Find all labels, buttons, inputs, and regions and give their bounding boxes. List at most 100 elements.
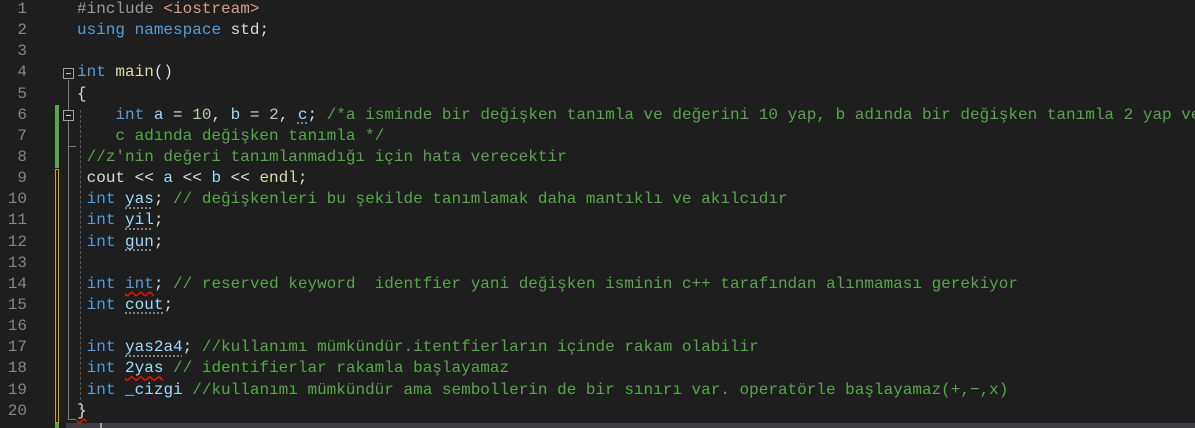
code-line[interactable]: int yas; // değişkenleri bu şekilde tanı… xyxy=(77,189,1195,210)
line-number: 17 xyxy=(7,338,27,357)
code-token: cout xyxy=(86,169,126,188)
code-line[interactable]: int yil; xyxy=(77,210,1195,231)
code-line[interactable]: int 2yas // identifierlar rakamla başlay… xyxy=(77,358,1195,379)
code-token: c adında değişken tanımla */ xyxy=(77,126,385,145)
code-line[interactable]: using namespace std; xyxy=(77,20,1195,41)
code-token: int xyxy=(77,63,106,82)
code-token: ; xyxy=(182,338,202,357)
scrollbar-thumb[interactable] xyxy=(100,423,102,428)
code-token: /*a isminde bir değişken tanımla ve değe… xyxy=(326,105,1195,124)
code-token: int xyxy=(115,105,145,124)
line-number: 15 xyxy=(7,295,27,314)
code-line[interactable]: //z'nin değeri tanımlanmadığı için hata … xyxy=(77,147,1195,168)
change-marker-saved-bottom xyxy=(55,423,59,428)
line-number: 12 xyxy=(7,232,27,251)
code-token: // reserved keyword identfier yani değiş… xyxy=(173,274,1018,293)
horizontal-scrollbar[interactable] xyxy=(66,423,1195,428)
code-line[interactable] xyxy=(77,316,1195,337)
line-number: 16 xyxy=(7,317,27,336)
code-line[interactable] xyxy=(77,41,1195,62)
code-line[interactable]: int int; // reserved keyword identfier y… xyxy=(77,274,1195,295)
code-line[interactable]: c adında değişken tanımla */ xyxy=(77,126,1195,147)
code-token: b xyxy=(211,169,222,188)
code-token: int xyxy=(86,190,116,209)
code-line[interactable]: int _cizgi //kullanımı mümkündür ama sem… xyxy=(77,380,1195,401)
code-line[interactable] xyxy=(77,253,1195,274)
line-number: 2 xyxy=(17,21,27,40)
code-token: ; xyxy=(163,295,174,314)
code-token: ; xyxy=(153,211,164,230)
code-token: () xyxy=(153,63,174,82)
code-token: ; xyxy=(153,232,164,251)
line-number: 3 xyxy=(17,42,27,61)
code-token: = xyxy=(240,105,270,124)
code-token: int xyxy=(86,211,116,230)
line-number: 8 xyxy=(17,147,27,166)
collapse-comment-icon[interactable] xyxy=(63,110,74,121)
code-token: int xyxy=(86,338,116,357)
error-token: int xyxy=(125,274,154,293)
code-token: ; xyxy=(297,169,308,188)
code-line[interactable]: int a = 10, b = 2, c; /*a isminde bir de… xyxy=(77,105,1195,126)
code-line[interactable]: int cout; xyxy=(77,295,1195,316)
line-number: 10 xyxy=(7,190,27,209)
line-number: 14 xyxy=(7,274,27,293)
error-token: } xyxy=(77,401,87,420)
code-token: #include xyxy=(77,0,164,18)
code-line[interactable]: } xyxy=(77,401,1195,422)
code-line[interactable]: int main() xyxy=(77,62,1195,83)
line-number: 9 xyxy=(17,169,27,188)
code-token: ; xyxy=(153,190,174,209)
fold-guide-end-comment xyxy=(68,146,76,147)
code-token: a xyxy=(163,169,174,188)
line-number: 5 xyxy=(17,84,27,103)
code-editor[interactable]: #include <iostream> using namespace std; i… xyxy=(77,0,1195,422)
line-number: 20 xyxy=(7,401,27,420)
line-number-gutter: 1 2 3 4 5 6 7 8 9 10 11 12 13 14 15 16 17 18 19 20 xyxy=(0,0,40,422)
warning-token: yas xyxy=(125,190,154,209)
change-marker-unsaved xyxy=(55,169,59,423)
code-token: int xyxy=(86,295,116,314)
code-token: ; xyxy=(153,274,174,293)
code-line[interactable]: { xyxy=(77,84,1195,105)
code-token: namespace xyxy=(134,21,222,40)
code-token: int xyxy=(86,274,116,293)
code-line[interactable]: int gun; xyxy=(77,232,1195,253)
warning-token: gun xyxy=(125,232,154,251)
line-number: 19 xyxy=(7,380,27,399)
code-line[interactable]: #include <iostream> xyxy=(77,0,1195,20)
change-marker-saved xyxy=(55,105,59,168)
code-token: int xyxy=(86,380,116,399)
code-line[interactable]: cout << a << b << endl; xyxy=(77,168,1195,189)
code-token: using xyxy=(77,21,126,40)
code-token: std; xyxy=(221,21,270,40)
code-token: //kullanımı mümkündür ama sembollerin de… xyxy=(192,380,1009,399)
code-token: << xyxy=(173,169,212,188)
code-line[interactable]: int yas2a4; //kullanımı mümkündür.itentf… xyxy=(77,337,1195,358)
error-token: 2yas xyxy=(125,359,164,378)
line-number: 18 xyxy=(7,359,27,378)
line-number: 13 xyxy=(7,253,27,272)
collapse-main-icon[interactable] xyxy=(63,68,74,79)
code-token: b xyxy=(230,105,241,124)
code-token: , xyxy=(211,105,231,124)
code-token: int xyxy=(86,359,116,378)
code-token: 10 xyxy=(192,105,212,124)
